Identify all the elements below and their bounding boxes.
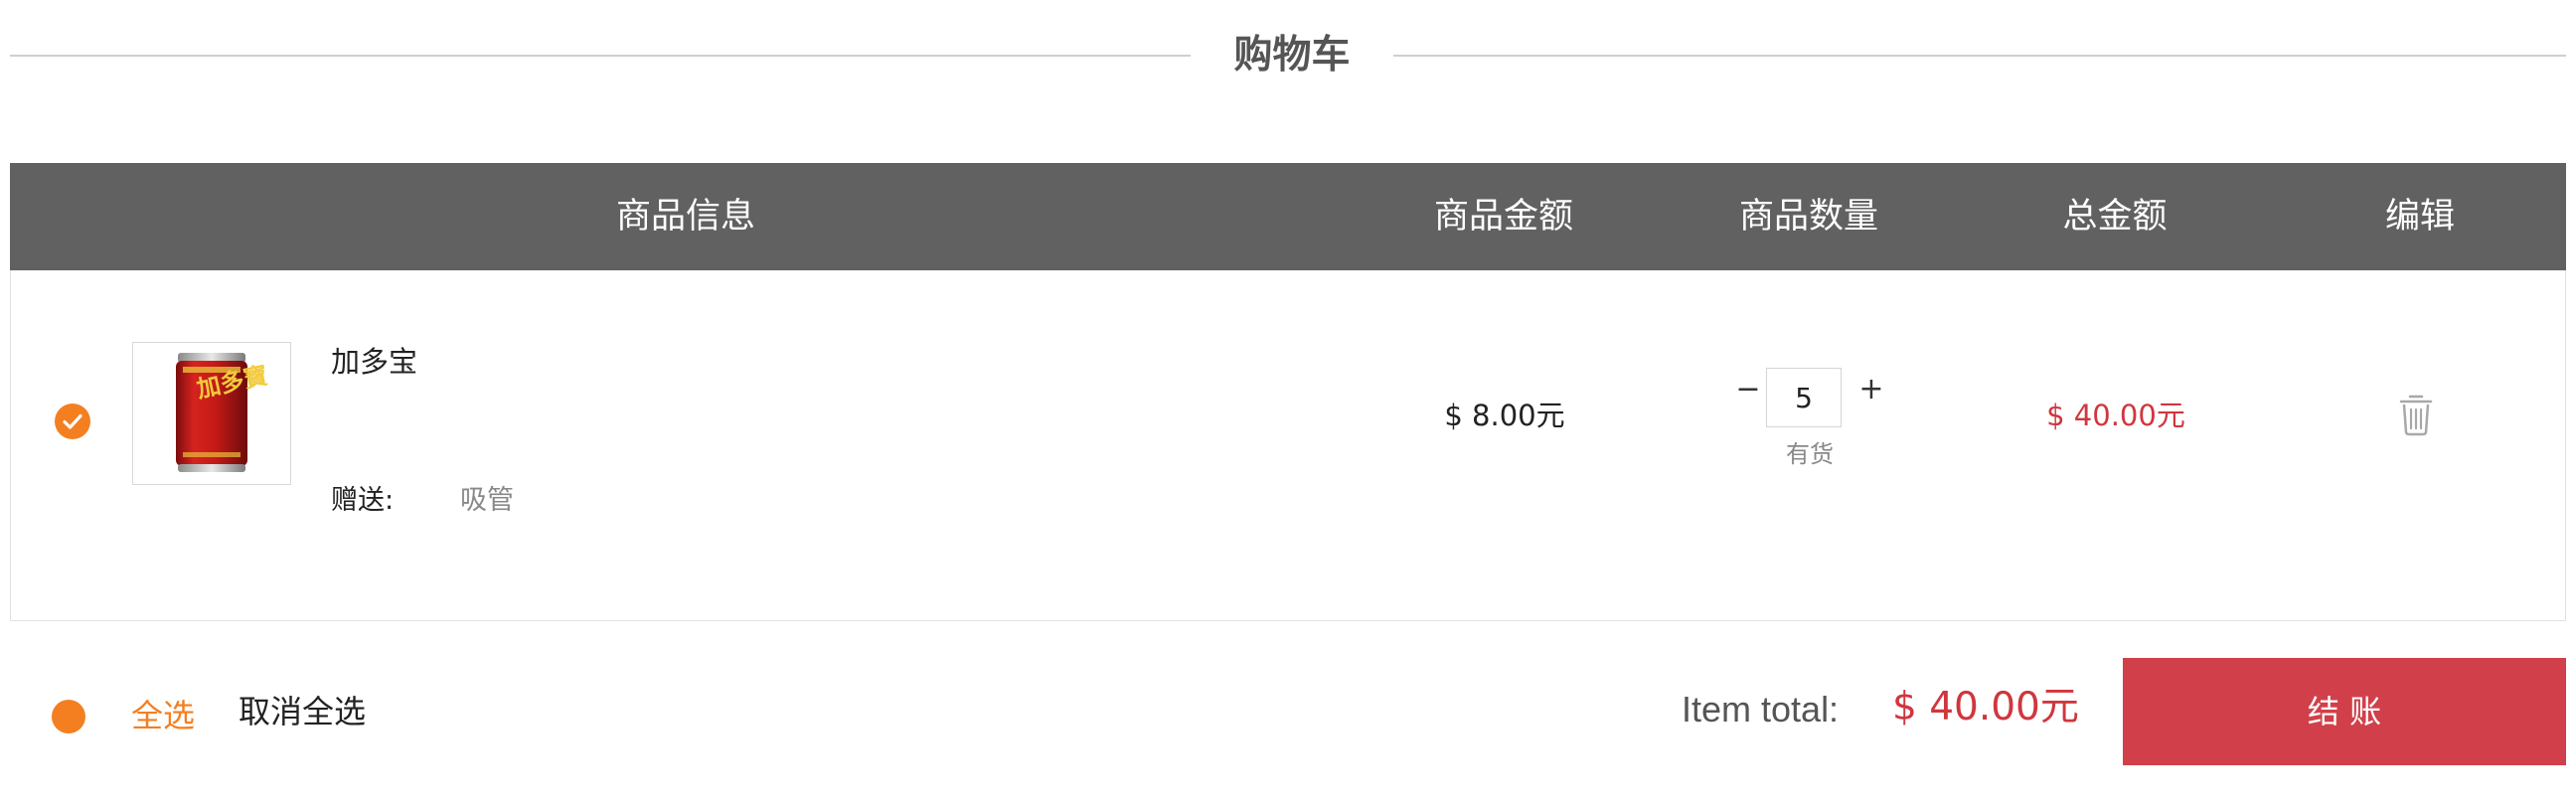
quantity-decrease-button[interactable]: − [1730,370,1766,409]
header-edit: 编辑 [2384,197,2455,237]
item-total-label: Item total: [1682,689,1840,729]
page-title: 购物车 [1233,33,1351,78]
gift-value: 吸管 [460,485,514,516]
header-product-info: 商品信息 [615,197,755,237]
cart-item-row: 加多寶 加多宝 赠送: 吸管 $ 8.00元 − + 有货 $ 40.00元 [10,270,2566,621]
cart-table-header: 商品信息 商品金额 商品数量 总金额 编辑 [10,163,2566,270]
select-all-radio[interactable] [52,700,85,733]
checkout-button[interactable]: 结 账 [2123,658,2566,765]
deselect-all-link[interactable]: 取消全选 [239,690,366,733]
delete-item-button[interactable] [2396,392,2436,437]
item-total-price: $ 40.00元 [2046,399,2185,432]
header-total: 总金额 [2062,197,2168,237]
quantity-increase-button[interactable]: + [1853,370,1889,409]
title-divider-left [10,55,1191,57]
quantity-input[interactable] [1766,368,1842,427]
checkmark-icon [63,413,82,429]
product-thumbnail[interactable]: 加多寶 [132,342,291,485]
product-name[interactable]: 加多宝 [331,342,417,382]
unit-price: $ 8.00元 [1444,399,1565,432]
item-total-value: $ 40.00元 [1892,685,2079,729]
header-unit-price: 商品金额 [1433,197,1573,237]
cart-title-row: 购物车 [10,28,2566,83]
red-can-product-image: 加多寶 [176,353,270,472]
title-divider-right [1393,55,2566,57]
trash-icon [2399,395,2433,436]
select-all-link[interactable]: 全选 [131,694,195,737]
stock-status: 有货 [1786,440,1834,468]
header-quantity: 商品数量 [1738,197,1878,237]
item-select-checkbox[interactable] [55,404,90,439]
gift-label: 赠送: [331,485,395,516]
